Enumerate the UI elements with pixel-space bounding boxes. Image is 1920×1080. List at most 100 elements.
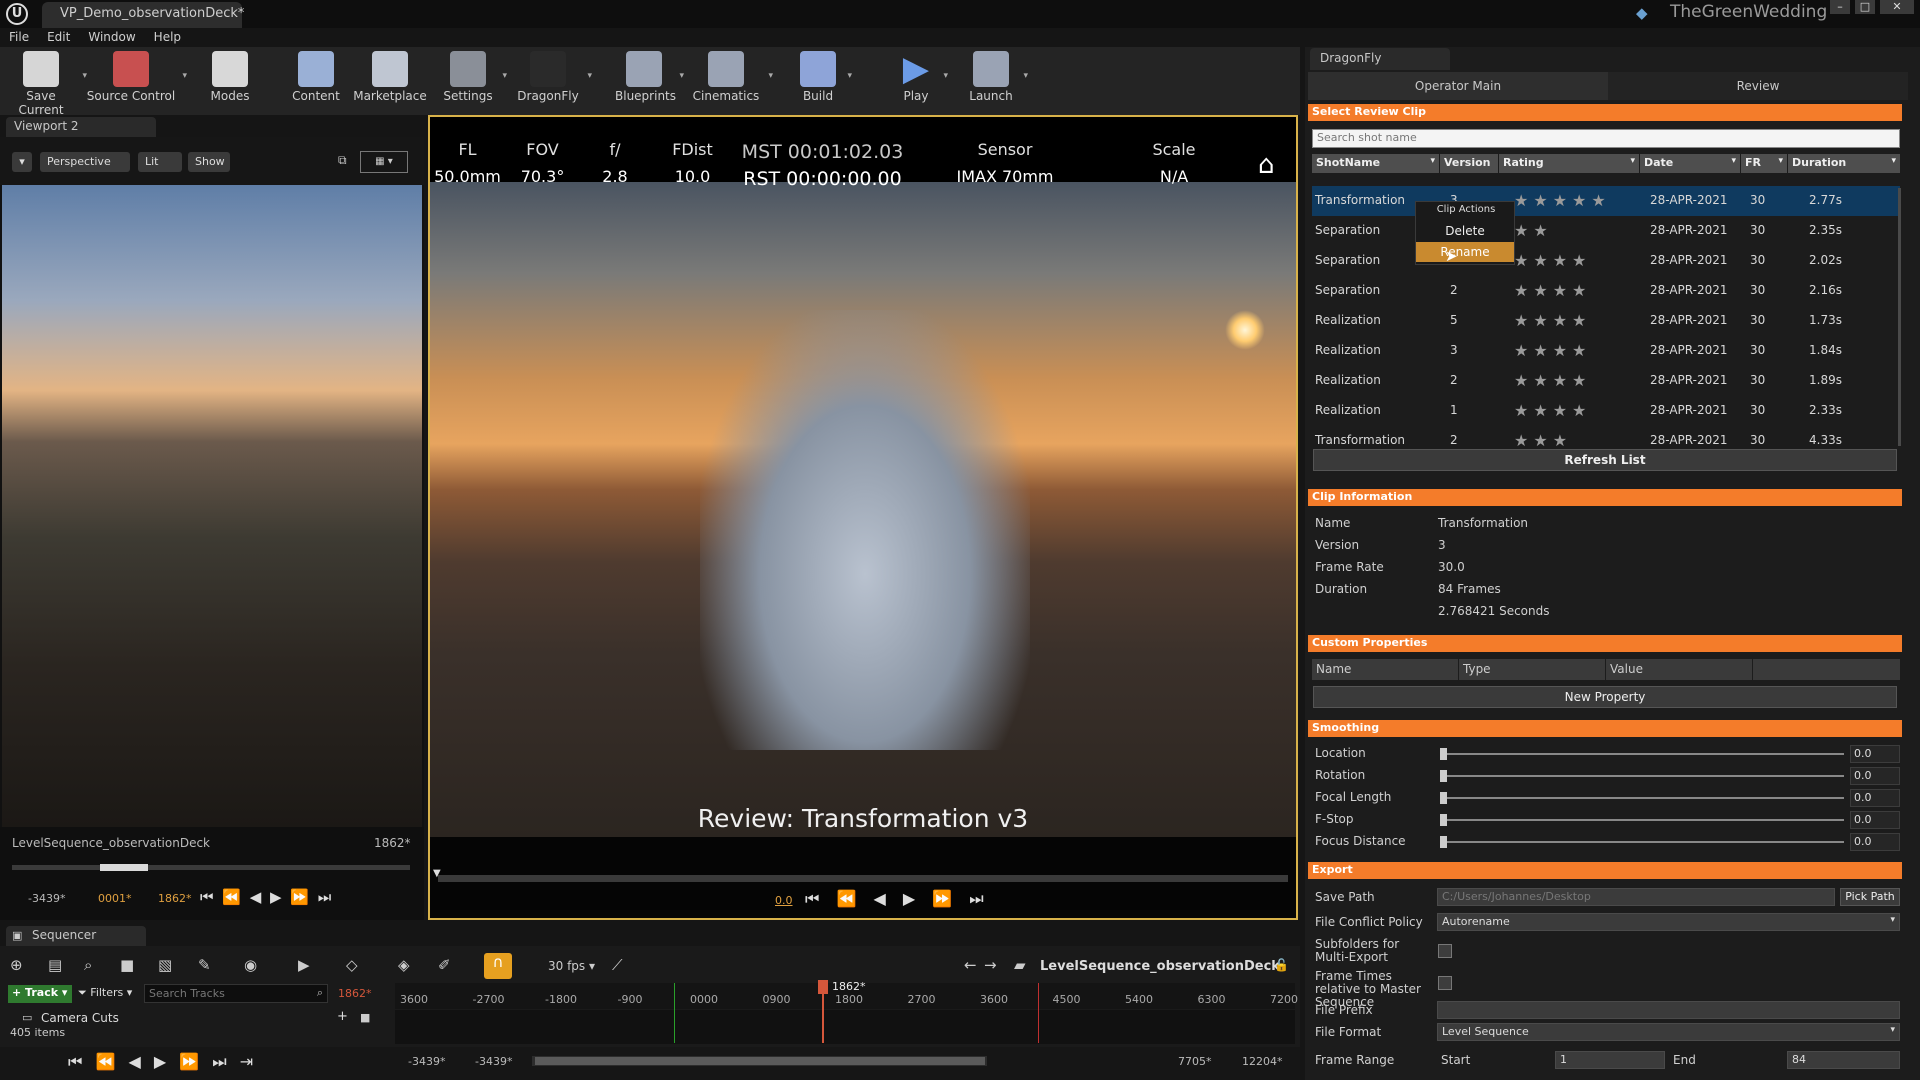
view-icon[interactable]: ◉	[244, 956, 257, 974]
frame-range-start-input[interactable]: 1	[1555, 1051, 1665, 1069]
clip-row[interactable]: Realization 2 ★★★★ 28-APR-2021 30 1.89s	[1312, 366, 1900, 396]
chevron-down-icon[interactable]: ▾	[587, 71, 592, 81]
chevron-down-icon[interactable]: ▾	[502, 71, 507, 81]
curve-icon[interactable]: ◈	[398, 956, 410, 974]
star-rating-icon[interactable]: ★★★★★	[1514, 191, 1611, 210]
frame-times-checkbox[interactable]	[1438, 976, 1452, 990]
toolbar-button-play[interactable]: ▶ Play ▾	[895, 47, 948, 115]
clip-row[interactable]: Separation 2 ★★★★ 28-APR-2021 30 2.16s	[1312, 276, 1900, 306]
col-shotname[interactable]: ShotName ▾	[1312, 154, 1439, 173]
toolbar-button-modes[interactable]: Modes	[200, 47, 260, 115]
scrubber-start-icon[interactable]: ▼	[433, 868, 441, 879]
perspective-button[interactable]: Perspective	[40, 152, 130, 172]
rename-menu-item[interactable]: Rename	[1416, 242, 1514, 262]
clip-list-scrollbar[interactable]	[1898, 188, 1901, 446]
smoothing-value-input[interactable]: 0.0	[1850, 745, 1900, 763]
menu-file[interactable]: File	[0, 28, 38, 47]
playback-icon[interactable]: ▶	[298, 956, 310, 974]
snap-icon[interactable]: ∩	[484, 953, 512, 979]
viewport2-tab[interactable]: Viewport 2	[6, 117, 156, 137]
sequencer-h-scroll-thumb[interactable]	[535, 1057, 985, 1065]
chevron-down-icon[interactable]: ▾	[768, 71, 773, 81]
menu-edit[interactable]: Edit	[38, 28, 79, 47]
toolbar-button-launch[interactable]: Launch ▾	[965, 47, 1028, 115]
maximize-icon[interactable]: □	[1855, 0, 1875, 14]
search-tracks-input[interactable]: Search Tracks ⌕	[144, 984, 328, 1003]
file-format-select[interactable]: Level Sequence ▾	[1437, 1023, 1900, 1041]
forward-icon[interactable]: →	[984, 956, 997, 974]
smoothing-slider[interactable]	[1440, 775, 1844, 777]
render-icon[interactable]: ▧	[158, 956, 172, 974]
smoothing-slider-thumb[interactable]	[1440, 836, 1447, 848]
edit-icon[interactable]: ✐	[438, 956, 451, 974]
tools-icon[interactable]: ✎	[198, 956, 211, 974]
sequencer-tab[interactable]: Sequencer	[6, 926, 146, 946]
star-rating-icon[interactable]: ★★★★	[1514, 251, 1591, 270]
star-rating-icon[interactable]: ★★★	[1514, 431, 1572, 450]
camera-cuts-track[interactable]: Camera Cuts	[41, 1011, 119, 1025]
file-prefix-input[interactable]	[1437, 1001, 1900, 1019]
search-icon[interactable]: ⌕	[84, 956, 92, 974]
close-icon[interactable]: ✕	[1880, 0, 1914, 14]
star-rating-icon[interactable]: ★★★★	[1514, 341, 1591, 360]
chevron-down-icon[interactable]: ▾	[1023, 71, 1028, 81]
star-rating-icon[interactable]: ★★★★	[1514, 371, 1591, 390]
pick-path-button[interactable]: Pick Path	[1840, 888, 1900, 906]
toolbar-button-build[interactable]: Build ▾	[795, 47, 852, 115]
star-rating-icon[interactable]: ★★★★	[1514, 281, 1591, 300]
playhead-handle[interactable]	[818, 980, 828, 994]
clip-row[interactable]: Separation3★★★★28-APR-2021302.02s	[1312, 246, 1900, 276]
back-icon[interactable]: ←	[964, 956, 977, 974]
star-rating-icon[interactable]: ★★★★	[1514, 311, 1591, 330]
clip-row[interactable]: Transformation 3 ★★★★★ 28-APR-2021 30 2.77s	[1312, 186, 1900, 216]
world-icon[interactable]: ⊕	[10, 956, 23, 974]
subfolders-checkbox[interactable]	[1438, 944, 1452, 958]
col-fr[interactable]: FR ▾	[1741, 154, 1787, 173]
viewport-options-icon[interactable]: ▾	[12, 152, 32, 172]
smoothing-slider-thumb[interactable]	[1440, 814, 1447, 826]
chevron-down-icon[interactable]: ▾	[679, 71, 684, 81]
chevron-down-icon[interactable]: ▾	[943, 71, 948, 81]
save-path-input[interactable]: C:/Users/Johannes/Desktop	[1437, 888, 1835, 906]
key-icon[interactable]: ◇	[346, 956, 358, 974]
smoothing-slider-thumb[interactable]	[1440, 770, 1447, 782]
col-duration[interactable]: Duration ▾	[1788, 154, 1900, 173]
toolbar-button-save-current[interactable]: Save Current ▾	[6, 47, 87, 117]
home-icon[interactable]: ⌂	[1258, 150, 1275, 180]
document-tab[interactable]: VP_Demo_observationDeck*	[42, 2, 244, 28]
smoothing-slider-thumb[interactable]	[1440, 792, 1447, 804]
toolbar-button-cinematics[interactable]: Cinematics ▾	[690, 47, 773, 115]
clip-row[interactable]: Realization 5 ★★★★ 28-APR-2021 30 1.73s	[1312, 306, 1900, 336]
folder-icon[interactable]: ▰	[1014, 956, 1026, 974]
tab-operator-main[interactable]: Operator Main	[1308, 72, 1608, 100]
frame-range-end-input[interactable]: 84	[1787, 1051, 1900, 1069]
clip-row[interactable]: Realization 3 ★★★★ 28-APR-2021 30 1.84s	[1312, 336, 1900, 366]
minimize-icon[interactable]: –	[1830, 0, 1850, 14]
show-button[interactable]: Show	[188, 152, 230, 172]
smoothing-slider-thumb[interactable]	[1440, 748, 1447, 760]
fps-select[interactable]: 30 fps ▾	[548, 959, 595, 973]
camera-icon[interactable]: ■	[360, 1011, 370, 1024]
viewport-scrubber[interactable]	[438, 875, 1288, 882]
smoothing-slider[interactable]	[1440, 819, 1844, 821]
smoothing-value-input[interactable]: 0.0	[1850, 811, 1900, 829]
smoothing-value-input[interactable]: 0.0	[1850, 833, 1900, 851]
menu-help[interactable]: Help	[145, 28, 190, 47]
conflict-policy-select[interactable]: Autorename ▾	[1437, 913, 1900, 931]
smoothing-slider[interactable]	[1440, 841, 1844, 843]
viewport-transport-icons[interactable]: ⏮ ⏪ ◀ ▶ ⏩ ⏭	[805, 889, 990, 909]
smoothing-value-input[interactable]: 0.0	[1850, 789, 1900, 807]
new-property-button[interactable]: New Property	[1313, 686, 1897, 708]
save-icon[interactable]: ▤	[48, 956, 62, 974]
smoothing-value-input[interactable]: 0.0	[1850, 767, 1900, 785]
col-rating[interactable]: Rating ▾	[1499, 154, 1639, 173]
layout-icon[interactable]: ▦ ▾	[360, 151, 408, 173]
lock-icon[interactable]: 🔓	[1274, 958, 1289, 972]
play-rate-value[interactable]: 0.0	[775, 894, 793, 907]
clip-row[interactable]: Separation3★★28-APR-2021302.35s	[1312, 216, 1900, 246]
refresh-list-button[interactable]: Refresh List	[1313, 449, 1897, 471]
chevron-down-icon[interactable]: ▾	[847, 71, 852, 81]
camera-icon[interactable]: ■	[120, 956, 134, 974]
toolbar-button-dragonfly[interactable]: DragonFly ▾	[515, 47, 592, 115]
viewport2-scrub-range[interactable]	[100, 864, 148, 871]
